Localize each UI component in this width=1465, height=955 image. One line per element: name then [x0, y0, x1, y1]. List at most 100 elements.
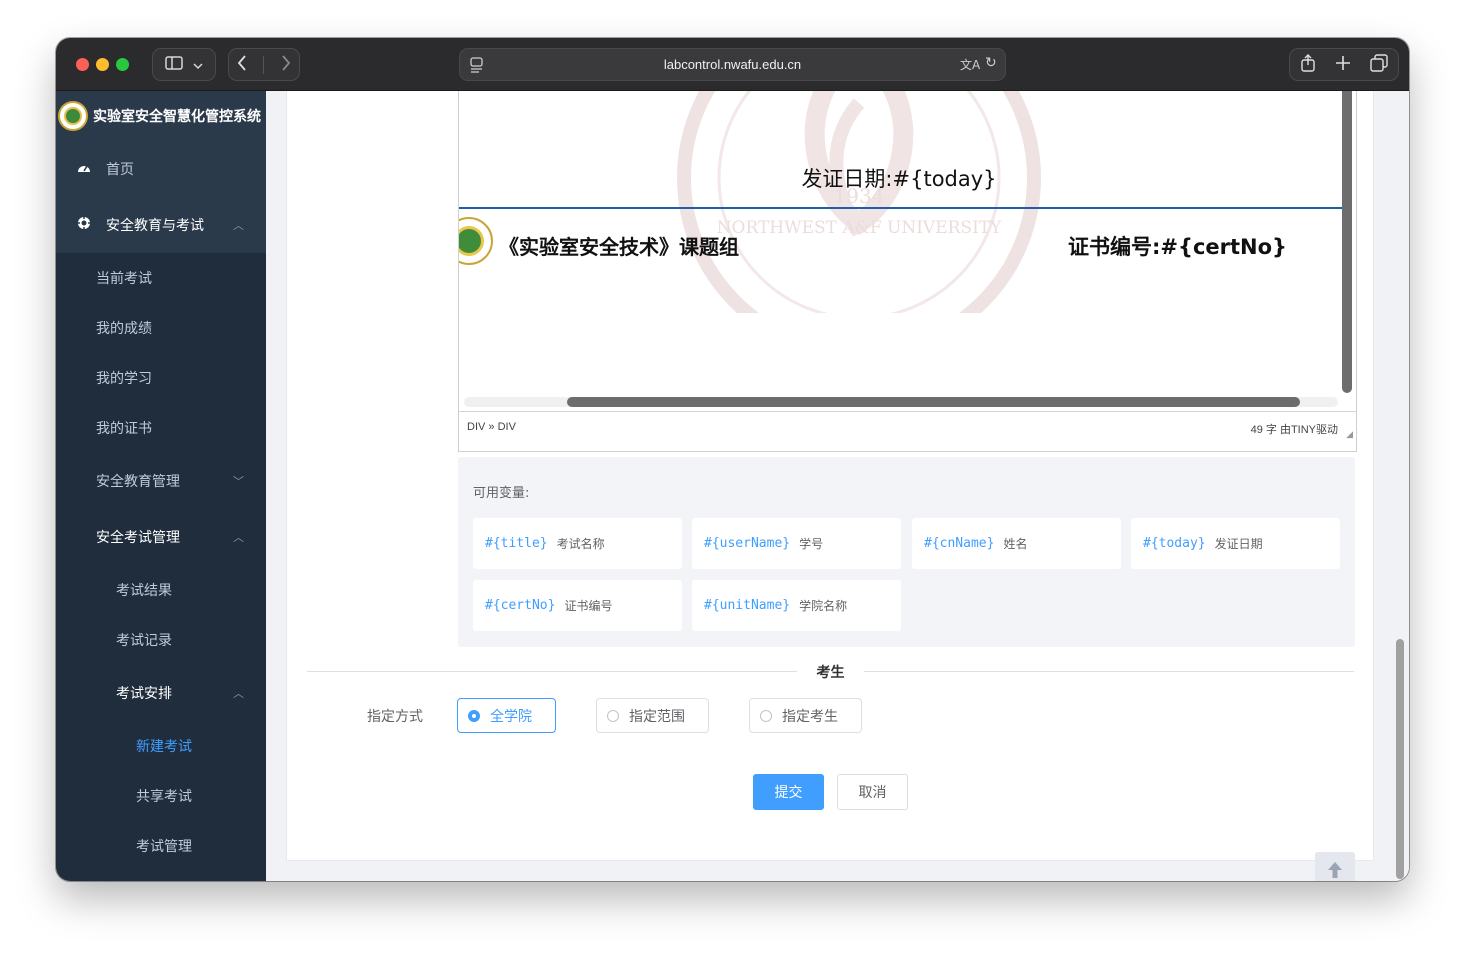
address-bar[interactable]: labcontrol.nwafu.edu.cn 文A ↻ [459, 48, 1006, 81]
radio-specify-range[interactable]: 指定范围 [596, 698, 709, 733]
chevron-down-icon [193, 55, 203, 74]
reload-icon[interactable]: ↻ [985, 55, 997, 71]
sidebar-item-label: 新建考试 [136, 739, 192, 755]
back-icon[interactable] [237, 54, 247, 75]
variable-code: #{today} [1143, 536, 1206, 551]
browser-toolbar: labcontrol.nwafu.edu.cn 文A ↻ [56, 38, 1409, 91]
variable-code: #{unitName} [704, 598, 791, 613]
radio-unchecked-icon [607, 709, 619, 722]
chevron-down-icon: ﹀ [233, 475, 244, 488]
sidebar-item-label: 首页 [106, 162, 134, 178]
element-path[interactable]: DIV » DIV [467, 421, 516, 433]
section-divider-right [864, 671, 1354, 672]
word-count: 49 字 由TINY驱动 [1250, 424, 1338, 436]
sidebar-item-new-exam[interactable]: 新建考试 [56, 721, 266, 771]
sidebar-item-exam-manage[interactable]: 考试管理 [56, 821, 266, 871]
sidebar-item-label: 安全考试管理 [96, 530, 180, 546]
editor-horizontal-scrollbar[interactable] [567, 397, 1300, 407]
variable-desc: 考试名称 [556, 537, 605, 551]
app-logo-row[interactable]: 实验室安全智慧化管控系统 [56, 91, 266, 141]
university-logo-icon [58, 101, 88, 131]
sidebar: 实验室安全智慧化管控系统 首页 安全教育与考试 ︿ 当前考试 我的成绩 我的学习… [56, 91, 266, 881]
variable-code: #{certNo} [485, 598, 556, 613]
sidebar-item-shared-exam[interactable]: 共享考试 [56, 771, 266, 821]
app-title: 实验室安全智慧化管控系统 [93, 109, 261, 125]
main-content: 1934 NORTHWEST A&F UNIVERSITY 发证日期:#{tod… [266, 91, 1409, 881]
variable-card[interactable]: #{cnName} 姓名 [912, 518, 1121, 569]
sidebar-item-my-scores[interactable]: 我的成绩 [56, 303, 266, 353]
share-icon[interactable] [1300, 53, 1316, 76]
chevron-up-icon: ︿ [233, 687, 244, 700]
editor-vertical-scrollbar[interactable] [1342, 91, 1352, 393]
sidebar-item-exam-schedule[interactable]: 考试安排 ︿ [56, 665, 266, 721]
sidebar-item-exam-results[interactable]: 考试结果 [56, 565, 266, 615]
variable-desc: 学号 [799, 537, 824, 551]
radio-unchecked-icon [760, 709, 772, 722]
close-window-button[interactable] [76, 58, 89, 71]
forward-icon[interactable] [281, 54, 291, 75]
sidebar-item-exam-mgmt[interactable]: 安全考试管理 ︿ [56, 509, 266, 565]
browser-actions [1289, 48, 1399, 81]
zoom-window-button[interactable] [116, 58, 129, 71]
nav-separator [263, 55, 265, 74]
new-tab-icon[interactable] [1335, 55, 1351, 75]
dashboard-icon [76, 161, 92, 177]
sidebar-item-my-study[interactable]: 我的学习 [56, 353, 266, 403]
variable-card[interactable]: #{title} 考试名称 [473, 518, 682, 569]
sidebar-item-current-exam[interactable]: 当前考试 [56, 253, 266, 303]
variable-code: #{userName} [704, 536, 791, 551]
variable-card[interactable]: #{unitName} 学院名称 [692, 580, 901, 631]
minimize-window-button[interactable] [96, 58, 109, 71]
assign-method-label: 指定方式 [367, 709, 423, 725]
editor-statusbar: DIV » DIV 49 字 由TINY驱动 ◢ [459, 411, 1356, 443]
browser-window: labcontrol.nwafu.edu.cn 文A ↻ 实验室安全智慧化管控系… [56, 38, 1409, 881]
section-divider-left [307, 671, 797, 672]
radio-checked-icon [468, 709, 480, 722]
lifebuoy-icon [76, 216, 92, 234]
chevron-up-icon: ︿ [233, 531, 244, 544]
sidebar-item-label: 安全教育与考试 [106, 218, 204, 234]
sidebar-item-edu-mgmt[interactable]: 安全教育管理 ﹀ [56, 453, 266, 509]
sidebar-item-label: 共享考试 [136, 789, 192, 805]
sidebar-item-label: 考试记录 [116, 633, 172, 649]
sidebar-item-label: 考试结果 [116, 583, 172, 599]
watermark-text: NORTHWEST A&F UNIVERSITY [717, 218, 1002, 238]
radio-label: 全学院 [490, 708, 532, 725]
translate-icon[interactable]: 文A [960, 56, 980, 73]
variable-card[interactable]: #{certNo} 证书编号 [473, 580, 682, 631]
cert-number-text: 证书编号:#{certNo} [1068, 235, 1287, 259]
url-text: labcontrol.nwafu.edu.cn [663, 57, 802, 72]
sidebar-item-label: 考试安排 [116, 686, 172, 702]
issuer-group-text: 《实验室安全技术》课题组 [499, 235, 739, 259]
variable-code: #{cnName} [924, 536, 995, 551]
variable-desc: 学院名称 [799, 599, 848, 613]
sidebar-item-label: 安全教育管理 [96, 474, 180, 490]
sidebar-item-home[interactable]: 首页 [56, 141, 266, 197]
sidebar-item-exam-records[interactable]: 考试记录 [56, 615, 266, 665]
arrow-up-icon [1327, 860, 1343, 881]
back-to-top-button[interactable] [1315, 852, 1355, 881]
sidebar-item-label: 我的成绩 [96, 321, 152, 337]
sidebar-item-label: 考试管理 [136, 839, 192, 855]
section-title: 考生 [816, 665, 845, 681]
variable-card[interactable]: #{today} 发证日期 [1131, 518, 1340, 569]
cancel-button[interactable]: 取消 [837, 774, 908, 810]
variables-panel: 可用变量: #{title} 考试名称 #{userName} 学号 #{cnN… [458, 457, 1355, 647]
issue-date-text: 发证日期:#{today} [801, 167, 997, 191]
variable-desc: 发证日期 [1214, 537, 1263, 551]
university-logo-icon [459, 217, 493, 265]
radio-whole-college[interactable]: 全学院 [457, 698, 556, 733]
sidebar-item-label: 当前考试 [96, 271, 152, 287]
variable-desc: 证书编号 [564, 599, 613, 613]
certificate-editor[interactable]: 1934 NORTHWEST A&F UNIVERSITY 发证日期:#{tod… [458, 91, 1357, 452]
radio-label: 指定考生 [782, 708, 838, 725]
sidebar-item-my-certs[interactable]: 我的证书 [56, 403, 266, 453]
sidebar-item-edu-exam[interactable]: 安全教育与考试 ︿ [56, 197, 266, 253]
resize-grip-icon[interactable]: ◢ [1346, 429, 1353, 440]
radio-specify-examinee[interactable]: 指定考生 [749, 698, 862, 733]
variable-card[interactable]: #{userName} 学号 [692, 518, 901, 569]
page-scrollbar[interactable] [1396, 639, 1404, 879]
sidebar-toggle-button[interactable] [152, 48, 216, 81]
submit-button[interactable]: 提交 [753, 774, 824, 810]
tabs-icon[interactable] [1370, 53, 1389, 76]
